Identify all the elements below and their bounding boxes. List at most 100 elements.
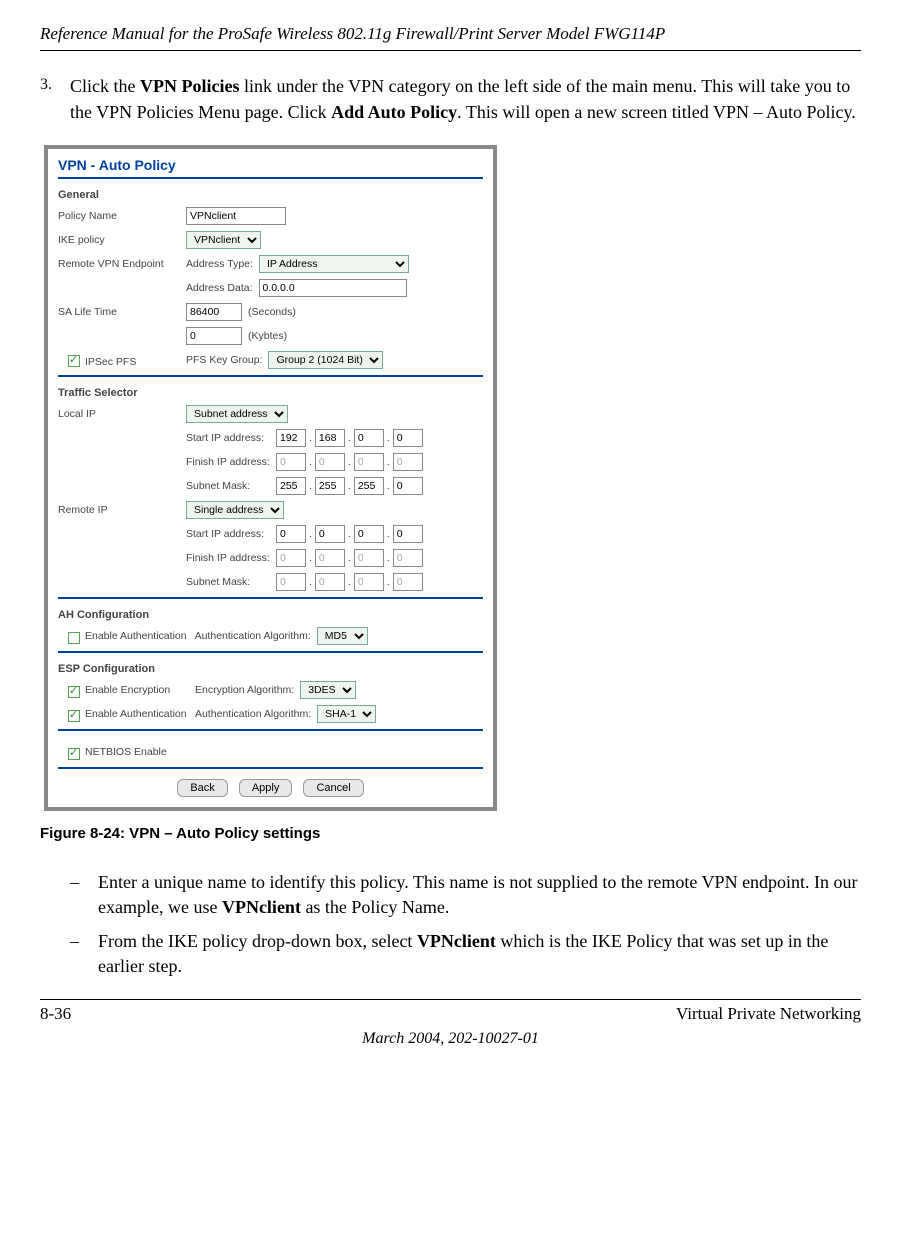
- remote-ip-row: Remote IP Single address: [58, 499, 483, 521]
- divider: [58, 177, 483, 179]
- netbios-enable-checkbox[interactable]: [68, 748, 80, 760]
- text: as the Policy Name.: [301, 897, 449, 917]
- header-rule: [40, 50, 861, 51]
- cancel-button[interactable]: Cancel: [303, 779, 363, 797]
- remote-mask-oct2[interactable]: [315, 573, 345, 591]
- text: Enter a unique name to identify this pol…: [98, 872, 858, 917]
- pfs-key-group-select[interactable]: Group 2 (1024 Bit): [268, 351, 383, 369]
- ipsec-pfs-checkbox[interactable]: [68, 355, 80, 367]
- remote-start-oct2[interactable]: [315, 525, 345, 543]
- netbios-row: NETBIOS Enable: [58, 741, 483, 763]
- local-subnet-mask-row: Subnet Mask: ...: [58, 475, 483, 497]
- bullet-2: – From the IKE policy drop-down box, sel…: [70, 929, 861, 979]
- footer-date: March 2004, 202-10027-01: [40, 1030, 861, 1048]
- local-mask-oct4[interactable]: [393, 477, 423, 495]
- divider: [58, 375, 483, 377]
- local-finish-oct2[interactable]: [315, 453, 345, 471]
- sa-kbytes-unit: (Kybtes): [242, 330, 293, 342]
- subnet-mask-label: Subnet Mask:: [186, 576, 276, 588]
- remote-start-oct4[interactable]: [393, 525, 423, 543]
- remote-finish-oct4[interactable]: [393, 549, 423, 567]
- address-type-label: Address Type:: [186, 258, 259, 270]
- remote-start-oct3[interactable]: [354, 525, 384, 543]
- esp-auth-algo-label: Authentication Algorithm:: [195, 708, 317, 720]
- remote-ip-type-select[interactable]: Single address: [186, 501, 284, 519]
- local-start-oct1[interactable]: [276, 429, 306, 447]
- esp-auth-algo-select[interactable]: SHA-1: [317, 705, 376, 723]
- remote-mask-oct1[interactable]: [276, 573, 306, 591]
- local-ip-type-select[interactable]: Subnet address: [186, 405, 288, 423]
- local-start-oct2[interactable]: [315, 429, 345, 447]
- figure-caption: Figure 8-24: VPN – Auto Policy settings: [40, 825, 861, 842]
- text: Click the: [70, 76, 140, 96]
- remote-start-oct1[interactable]: [276, 525, 306, 543]
- bullet-1: – Enter a unique name to identify this p…: [70, 870, 861, 920]
- esp-enable-auth-row: Enable Authentication Authentication Alg…: [58, 703, 483, 725]
- ike-policy-row: IKE policy VPNclient: [58, 229, 483, 251]
- policy-name-input[interactable]: [186, 207, 286, 225]
- divider: [58, 729, 483, 731]
- bullet-2-text: From the IKE policy drop-down box, selec…: [98, 929, 861, 979]
- local-mask-oct3[interactable]: [354, 477, 384, 495]
- section-name: Virtual Private Networking: [676, 1004, 861, 1024]
- text: . This will open a new screen titled VPN…: [457, 102, 856, 122]
- step-text: Click the VPN Policies link under the VP…: [70, 73, 861, 125]
- local-ip-row: Local IP Subnet address: [58, 403, 483, 425]
- remote-mask-oct3[interactable]: [354, 573, 384, 591]
- address-data-label: Address Data:: [186, 282, 259, 294]
- local-start-oct4[interactable]: [393, 429, 423, 447]
- sa-seconds-input[interactable]: [186, 303, 242, 321]
- sa-life-kbytes-row: (Kybtes): [58, 325, 483, 347]
- policy-name-row: Policy Name: [58, 205, 483, 227]
- traffic-selector-heading: Traffic Selector: [58, 387, 483, 399]
- remote-finish-oct3[interactable]: [354, 549, 384, 567]
- ah-auth-algo-select[interactable]: MD5: [317, 627, 368, 645]
- apply-button[interactable]: Apply: [239, 779, 293, 797]
- local-finish-oct1[interactable]: [276, 453, 306, 471]
- divider: [58, 767, 483, 769]
- policy-name-label: Policy Name: [58, 210, 186, 222]
- step-3: 3. Click the VPN Policies link under the…: [40, 73, 861, 125]
- bullet-1-text: Enter a unique name to identify this pol…: [98, 870, 861, 920]
- remote-finish-oct2[interactable]: [315, 549, 345, 567]
- ipsec-pfs-label: IPSec PFS: [85, 356, 136, 368]
- footer-rule: [40, 999, 861, 1000]
- ah-enable-auth-checkbox[interactable]: [68, 632, 80, 644]
- remote-finish-oct1[interactable]: [276, 549, 306, 567]
- vpn-auto-policy-screenshot: VPN - Auto Policy General Policy Name IK…: [44, 145, 497, 811]
- text: From the IKE policy drop-down box, selec…: [98, 931, 417, 951]
- remote-start-ip-row: Start IP address: ...: [58, 523, 483, 545]
- document-header: Reference Manual for the ProSafe Wireles…: [40, 24, 861, 44]
- bold-vpn-policies: VPN Policies: [140, 76, 239, 96]
- address-type-select[interactable]: IP Address: [259, 255, 409, 273]
- local-mask-oct1[interactable]: [276, 477, 306, 495]
- sa-kbytes-input[interactable]: [186, 327, 242, 345]
- subnet-mask-label: Subnet Mask:: [186, 480, 276, 492]
- esp-enable-auth-label: Enable Authentication: [85, 708, 195, 720]
- local-ip-label: Local IP: [58, 408, 186, 420]
- local-mask-oct2[interactable]: [315, 477, 345, 495]
- back-button[interactable]: Back: [177, 779, 227, 797]
- ipsec-pfs-container: IPSec PFS: [58, 353, 186, 368]
- esp-configuration-heading: ESP Configuration: [58, 663, 483, 675]
- screenshot-title: VPN - Auto Policy: [58, 157, 483, 173]
- bold-vpnclient: VPNclient: [417, 931, 496, 951]
- local-finish-oct3[interactable]: [354, 453, 384, 471]
- esp-enc-algo-label: Encryption Algorithm:: [195, 684, 300, 696]
- esp-enable-auth-checkbox[interactable]: [68, 710, 80, 722]
- esp-enable-enc-checkbox[interactable]: [68, 686, 80, 698]
- esp-enc-algo-select[interactable]: 3DES: [300, 681, 356, 699]
- address-data-row: Address Data:: [58, 277, 483, 299]
- remote-vpn-endpoint-row: Remote VPN Endpoint Address Type: IP Add…: [58, 253, 483, 275]
- local-finish-oct4[interactable]: [393, 453, 423, 471]
- netbios-enable-label: NETBIOS Enable: [85, 746, 173, 758]
- step-number: 3.: [40, 73, 70, 125]
- local-start-oct3[interactable]: [354, 429, 384, 447]
- remote-mask-oct4[interactable]: [393, 573, 423, 591]
- button-row: Back Apply Cancel: [58, 779, 483, 797]
- ike-policy-select[interactable]: VPNclient: [186, 231, 261, 249]
- dash: –: [70, 870, 98, 920]
- finish-ip-label: Finish IP address:: [186, 456, 276, 468]
- sa-life-label: SA Life Time: [58, 306, 186, 318]
- address-data-input[interactable]: [259, 279, 407, 297]
